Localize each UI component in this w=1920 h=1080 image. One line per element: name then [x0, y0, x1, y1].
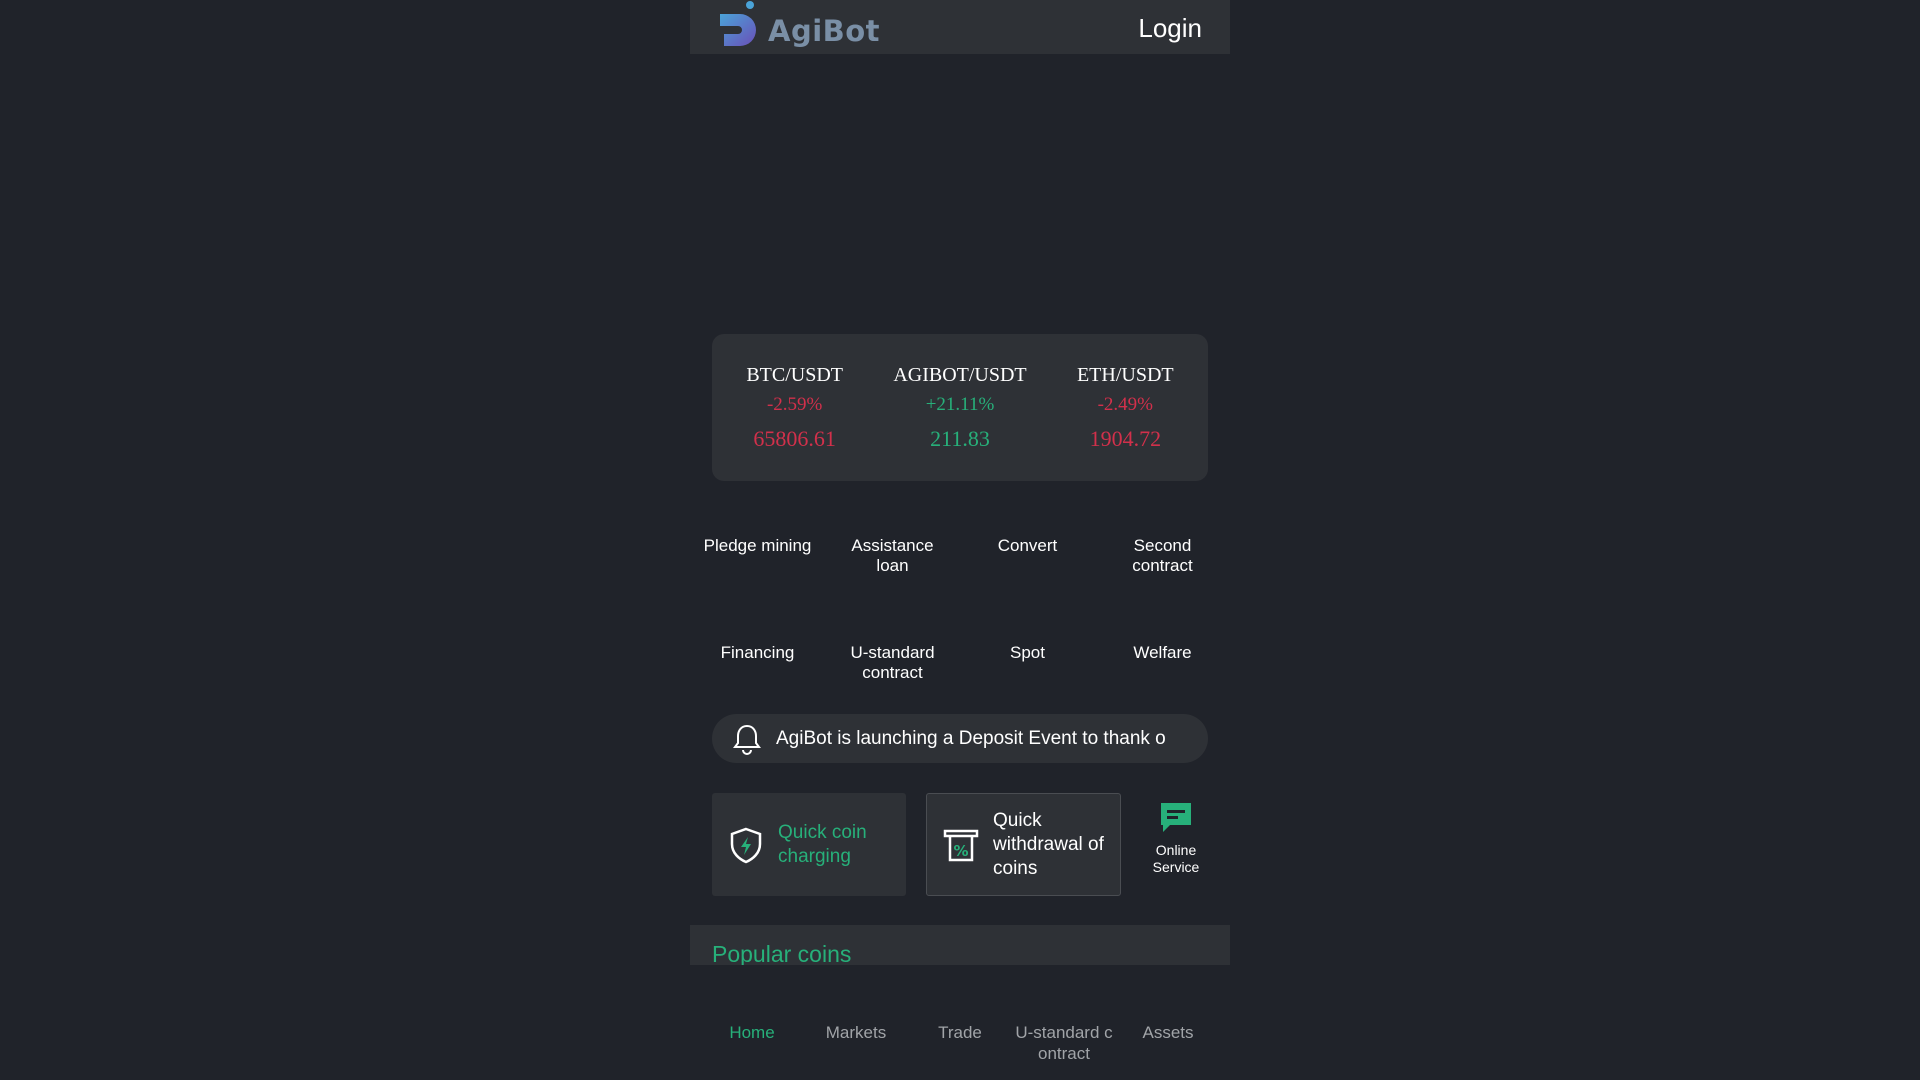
menu-item-convert[interactable]: Convert [960, 530, 1095, 637]
menu-item-second-contract[interactable]: Second contract [1095, 530, 1230, 637]
popular-coins-title: Popular coins [712, 941, 852, 965]
bell-icon [733, 724, 761, 755]
ticker-change: -2.49% [1097, 394, 1154, 415]
feature-menu-grid: Pledge mining Assistance loan Convert Se… [690, 530, 1230, 744]
ticker-agibot[interactable]: AGIBOT/USDT +21.11% 211.83 [885, 364, 1035, 452]
online-service-button[interactable]: Online Service [1136, 800, 1216, 876]
menu-item-pledge-mining[interactable]: Pledge mining [690, 530, 825, 637]
shield-lightning-icon [730, 827, 762, 863]
notice-text: AgiBot is launching a Deposit Event to t… [776, 727, 1166, 749]
tab-u-standard-contract[interactable]: U-standard c ontract [1012, 1010, 1116, 1080]
quick-coin-charging-button[interactable]: Quick coin charging [712, 793, 906, 896]
logo-text: AgiBot [768, 14, 881, 48]
bottom-tab-bar: Home Markets Trade U-standard c ontract … [690, 1010, 1230, 1080]
banner-area [690, 54, 1230, 334]
ticker-change: -2.59% [766, 394, 823, 415]
ticker-eth[interactable]: ETH/USDT -2.49% 1904.72 [1050, 364, 1200, 452]
ticker-card: BTC/USDT -2.59% 65806.61 AGIBOT/USDT +21… [712, 334, 1208, 481]
chat-icon [1161, 803, 1191, 832]
svg-text:%: % [953, 842, 968, 860]
top-header: AgiBot Login [690, 0, 1230, 54]
app-container: AgiBot Login BTC/USDT -2.59% 65806.61 AG… [690, 0, 1230, 1080]
ticker-change: +21.11% [925, 394, 995, 415]
tab-trade[interactable]: Trade [908, 1010, 1012, 1080]
ticker-pair: BTC/USDT [746, 364, 843, 386]
quick-withdrawal-button[interactable]: % Quick withdrawal of coins [926, 793, 1121, 896]
ticker-price: 211.83 [930, 426, 990, 451]
logo-mark-icon [720, 1, 756, 46]
menu-item-assistance-loan[interactable]: Assistance loan [825, 530, 960, 637]
notice-bar[interactable]: AgiBot is launching a Deposit Event to t… [712, 714, 1208, 763]
login-button[interactable]: Login [1138, 13, 1202, 44]
online-service-label: Online Service [1152, 842, 1200, 875]
ticker-pair: AGIBOT/USDT [893, 364, 1027, 386]
agibot-logo[interactable]: AgiBot [716, 0, 880, 54]
ticker-btc[interactable]: BTC/USDT -2.59% 65806.61 [720, 364, 870, 452]
tab-assets[interactable]: Assets [1116, 1010, 1220, 1080]
ticker-price: 65806.61 [753, 426, 836, 451]
tab-home[interactable]: Home [700, 1010, 804, 1080]
ticker-price: 1904.72 [1089, 426, 1162, 451]
tab-markets[interactable]: Markets [804, 1010, 908, 1080]
ticker-pair: ETH/USDT [1076, 364, 1174, 386]
withdraw-percent-icon: % [943, 829, 979, 861]
quick-charge-label: Quick coin charging [778, 821, 867, 867]
quick-withdraw-label: Quick withdrawal of coins [993, 809, 1104, 879]
popular-coins-section: Popular coins [690, 925, 1230, 965]
